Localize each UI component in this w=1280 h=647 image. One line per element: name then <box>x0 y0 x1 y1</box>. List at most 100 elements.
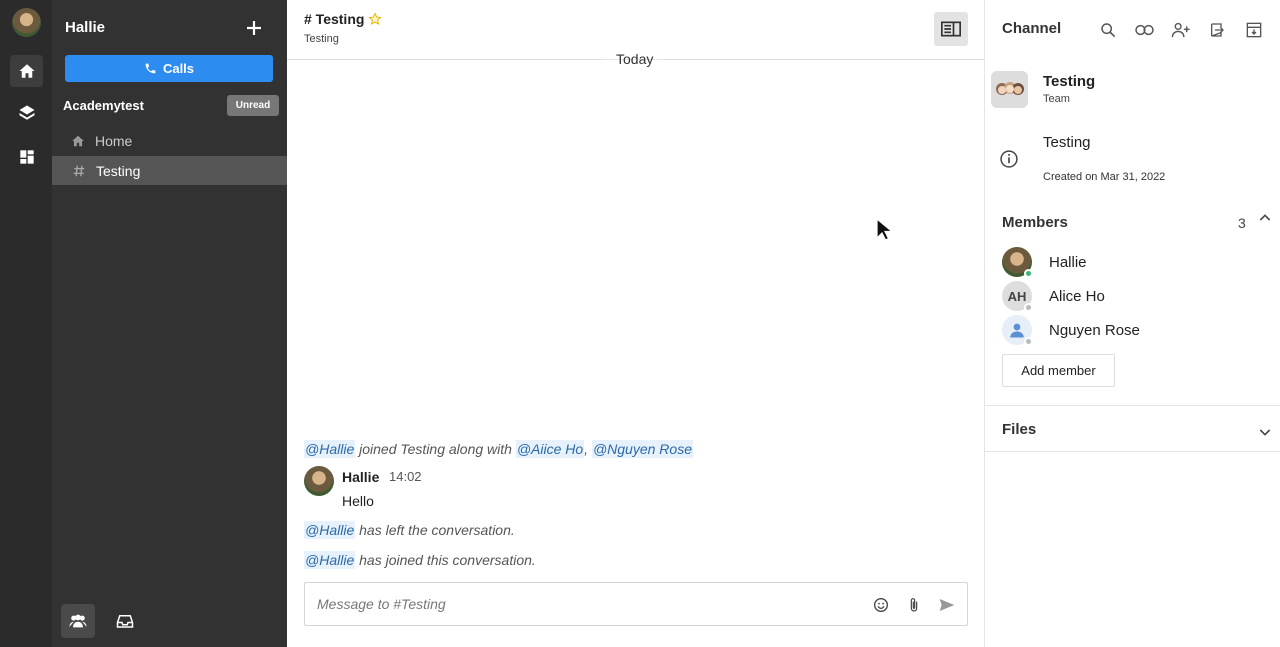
mention-link[interactable]: @Hallie <box>304 521 356 539</box>
system-message-text: joined Testing along with <box>355 441 516 457</box>
send-icon <box>939 599 955 611</box>
divider <box>985 405 1280 406</box>
phone-icon <box>145 63 156 74</box>
team-name[interactable]: Academytest <box>63 98 144 113</box>
sidebar-item-home[interactable]: Home <box>52 126 287 155</box>
toggle-details-panel-button[interactable] <box>934 12 968 46</box>
chat-main: # Testing Testing Today @Hallie joined T… <box>287 0 984 647</box>
inbox-icon <box>116 615 134 628</box>
channel-details-panel: Channel Testing Team Testing Created on … <box>984 0 1280 647</box>
mention-link[interactable]: @Aiice Ho <box>515 440 585 458</box>
add-people-button[interactable] <box>1170 19 1192 41</box>
paperclip-icon <box>910 598 918 612</box>
calls-label: Calls <box>162 61 195 76</box>
star-icon[interactable] <box>368 12 383 26</box>
member-avatar <box>1002 247 1033 278</box>
link-icon <box>1134 24 1154 36</box>
sidebar-footer <box>52 599 287 647</box>
system-message: @Hallie has joined this conversation. <box>304 551 536 569</box>
member-row[interactable]: Nguyen Rose <box>1002 315 1262 346</box>
system-message: @Hallie joined Testing along with @Aiice… <box>304 440 693 458</box>
mention-link[interactable]: @Nguyen Rose <box>591 440 693 458</box>
search-button[interactable] <box>1097 19 1119 41</box>
team-avatar <box>991 71 1028 108</box>
created-date: Created on Mar 31, 2022 <box>1043 171 1166 183</box>
member-name: Alice Ho <box>1049 287 1105 305</box>
app-window: Hallie Calls Academytest Unread Home Tes… <box>0 0 1280 647</box>
rail-dashboard-button[interactable] <box>10 141 43 173</box>
member-initials: AH <box>1007 288 1027 304</box>
mention-link[interactable]: @Hallie <box>304 551 356 569</box>
members-count: 3 <box>1238 215 1246 231</box>
unread-filter-button[interactable]: Unread <box>227 95 279 116</box>
mention-link[interactable]: @Hallie <box>304 440 356 458</box>
attach-button[interactable] <box>903 594 925 616</box>
calls-button[interactable]: Calls <box>65 55 273 82</box>
date-divider-label: Today <box>616 51 654 67</box>
plus-icon <box>247 21 261 35</box>
copy-link-button[interactable] <box>1133 19 1155 41</box>
member-avatar <box>1002 315 1033 346</box>
message-time: 14:02 <box>389 469 422 484</box>
message-composer <box>304 582 968 626</box>
home-icon <box>19 64 34 78</box>
app-rail <box>0 0 52 647</box>
team-type: Team <box>1043 93 1070 105</box>
add-member-button[interactable]: Add member <box>1002 354 1115 387</box>
contacts-button[interactable] <box>61 604 95 638</box>
member-name: Nguyen Rose <box>1049 321 1140 339</box>
rail-layers-button[interactable] <box>10 97 43 129</box>
system-message-separator: , <box>584 441 592 457</box>
message-author[interactable]: Hallie <box>342 469 379 485</box>
panel-title: Channel <box>1002 20 1062 37</box>
member-row[interactable]: Hallie <box>1002 247 1262 278</box>
online-status-dot <box>1024 269 1033 278</box>
members-heading[interactable]: Members <box>1002 214 1068 231</box>
channel-description: Testing <box>1043 134 1091 151</box>
new-item-button[interactable] <box>242 16 266 40</box>
sidebar-user-name: Hallie <box>65 19 106 36</box>
sidebar-item-testing[interactable]: Testing <box>52 156 287 185</box>
archive-button[interactable] <box>1243 19 1265 41</box>
member-avatar: AH <box>1002 281 1033 312</box>
mouse-cursor-icon <box>876 218 892 241</box>
sign-out-icon <box>1211 23 1224 37</box>
channel-title: # Testing <box>304 11 383 27</box>
people-icon <box>69 614 87 628</box>
offline-status-dot <box>1024 337 1033 346</box>
sidebar: Hallie Calls Academytest Unread Home Tes… <box>52 0 287 647</box>
team-title: Testing <box>1043 73 1096 90</box>
chevron-up-icon[interactable] <box>1257 210 1273 226</box>
member-row[interactable]: AH Alice Ho <box>1002 281 1262 312</box>
user-placeholder-icon <box>1010 323 1024 338</box>
emoji-button[interactable] <box>870 594 892 616</box>
member-name: Hallie <box>1049 253 1087 271</box>
inbox-button[interactable] <box>108 604 142 638</box>
layers-icon <box>19 105 34 120</box>
system-message: @Hallie has left the conversation. <box>304 521 515 539</box>
message-input[interactable] <box>317 594 837 614</box>
hash-icon <box>72 164 90 178</box>
user-avatar[interactable] <box>12 8 41 37</box>
system-message-text: has joined this conversation. <box>355 552 536 568</box>
rail-home-button[interactable] <box>10 55 43 87</box>
message-text: Hello <box>342 493 374 509</box>
date-divider: Today <box>287 51 984 69</box>
channel-title-text: # Testing <box>304 11 365 27</box>
leave-channel-button[interactable] <box>1206 19 1228 41</box>
archive-icon <box>1246 22 1262 38</box>
chevron-down-icon[interactable] <box>1257 424 1273 440</box>
send-button[interactable] <box>936 594 958 616</box>
panel-icon <box>941 21 961 37</box>
home-icon <box>71 134 89 148</box>
system-message-text: has left the conversation. <box>355 522 515 538</box>
dashboard-icon <box>19 150 34 164</box>
divider <box>985 451 1280 452</box>
message-avatar[interactable] <box>304 466 334 496</box>
search-icon <box>1101 23 1116 38</box>
files-heading[interactable]: Files <box>1002 421 1036 438</box>
emoji-icon <box>874 598 888 612</box>
team-group-icon <box>995 81 1024 95</box>
sidebar-item-label: Home <box>95 132 133 149</box>
info-icon <box>1000 150 1018 168</box>
